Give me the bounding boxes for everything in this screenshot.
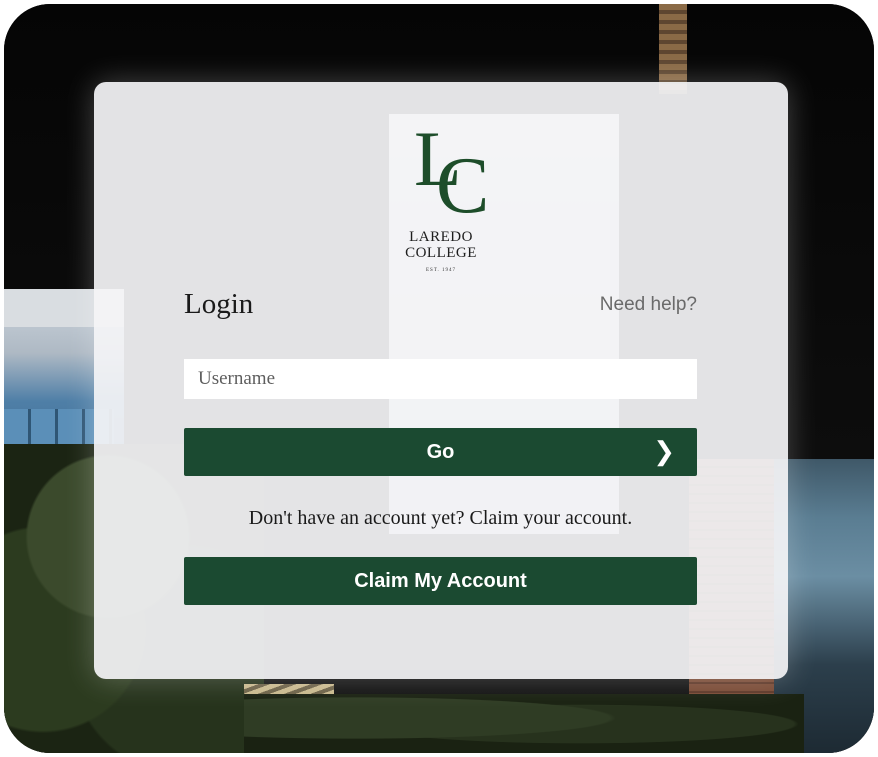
brick-chimney — [659, 4, 687, 94]
logo-line-1: LAREDO — [409, 229, 473, 245]
chevron-right-icon: ❯ — [653, 436, 675, 466]
login-title: Login — [184, 288, 254, 320]
username-input[interactable] — [184, 359, 697, 399]
lc-monogram: L C — [396, 120, 490, 230]
college-logo: L C LAREDO COLLEGE EST. 1947 — [386, 120, 496, 274]
claim-account-button[interactable]: Claim My Account — [184, 557, 697, 605]
logo-line-2: COLLEGE — [405, 245, 477, 261]
go-button[interactable]: Go ❯ — [184, 428, 697, 476]
logo-wordmark: LAREDO COLLEGE EST. 1947 — [386, 229, 496, 279]
claim-account-prompt: Don't have an account yet? Claim your ac… — [248, 507, 633, 529]
logo-established: EST. 1947 — [425, 268, 457, 273]
logo-letter-c: C — [436, 142, 490, 230]
trees-bottom — [244, 694, 804, 753]
go-button-label: Go — [426, 440, 455, 463]
need-help-link[interactable]: Need help? — [600, 294, 697, 316]
